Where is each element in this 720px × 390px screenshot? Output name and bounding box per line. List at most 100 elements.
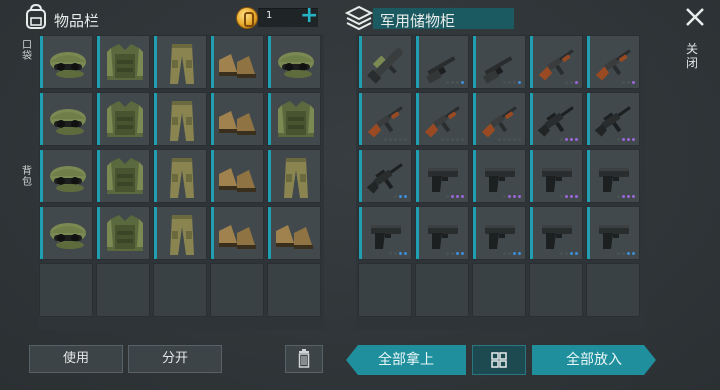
inventory-slot[interactable] [153, 92, 207, 146]
locker-slot[interactable] [358, 35, 412, 89]
sort-button[interactable] [472, 345, 526, 375]
inventory-slot[interactable] [96, 92, 150, 146]
cap-icon [50, 52, 86, 78]
inventory-slot[interactable] [267, 263, 321, 317]
locker-slot[interactable] [586, 149, 640, 203]
slot-accent-bar [473, 36, 476, 88]
vest-icon [107, 101, 143, 137]
pistol-icon [599, 225, 629, 249]
locker-slot[interactable] [358, 263, 412, 317]
locker-slot[interactable] [415, 206, 469, 260]
locker-slot[interactable] [586, 206, 640, 260]
pistol-icon [485, 225, 515, 249]
inventory-slot[interactable] [153, 263, 207, 317]
inventory-slot[interactable] [39, 206, 93, 260]
locker-slot[interactable] [472, 149, 526, 203]
locker-slot[interactable] [529, 92, 583, 146]
locker-slot[interactable] [472, 206, 526, 260]
locker-slot[interactable] [415, 263, 469, 317]
inventory-title: 物品栏 [54, 12, 100, 30]
inventory-slot[interactable] [39, 263, 93, 317]
pants-icon [284, 158, 308, 198]
quality-dots [503, 252, 521, 256]
pocket-label: 口袋 [22, 40, 32, 62]
pistol-icon [428, 225, 458, 249]
slot-accent-bar [211, 36, 214, 88]
inventory-slot[interactable] [39, 149, 93, 203]
cap-icon [50, 223, 86, 249]
black-rifle-icon [537, 106, 574, 137]
locker-slot[interactable] [529, 149, 583, 203]
locker-slot[interactable] [472, 35, 526, 89]
inventory-slot[interactable] [153, 35, 207, 89]
inventory-slot[interactable] [210, 206, 264, 260]
close-icon[interactable] [684, 6, 706, 28]
slot-accent-bar [211, 93, 214, 145]
quality-dots [617, 195, 635, 199]
backpack-icon [26, 4, 46, 29]
slot-accent-bar [268, 150, 271, 202]
inventory-slot[interactable] [210, 92, 264, 146]
locker-slot[interactable] [358, 149, 412, 203]
slot-accent-bar [211, 150, 214, 202]
vest-icon [107, 44, 143, 80]
slot-accent-bar [473, 207, 476, 259]
add-coins-button[interactable]: + [300, 5, 318, 27]
cap-icon [278, 52, 314, 78]
slot-accent-bar [530, 207, 533, 259]
quality-dots [446, 81, 464, 85]
slot-accent-bar [359, 150, 362, 202]
locker-slot[interactable] [472, 263, 526, 317]
locker-slot[interactable] [415, 35, 469, 89]
close-label[interactable]: 关闭 [686, 42, 700, 70]
inventory-slot[interactable] [39, 92, 93, 146]
locker-title: 军用储物柜 [380, 12, 456, 30]
inventory-slot[interactable] [210, 263, 264, 317]
inventory-slot[interactable] [210, 35, 264, 89]
slot-accent-bar [97, 207, 100, 259]
slot-accent-bar [40, 36, 43, 88]
use-button[interactable]: 使用 [29, 345, 123, 373]
locker-slot[interactable] [529, 263, 583, 317]
vest-icon [107, 158, 143, 194]
inventory-slot[interactable] [96, 35, 150, 89]
inventory-slot[interactable] [267, 149, 321, 203]
trash-button[interactable] [285, 345, 323, 373]
split-button[interactable]: 分开 [128, 345, 222, 373]
locker-slot[interactable] [586, 35, 640, 89]
boots-icon [219, 54, 256, 78]
inventory-slot[interactable] [96, 149, 150, 203]
slot-accent-bar [416, 36, 419, 88]
locker-slot[interactable] [529, 35, 583, 89]
locker-slot[interactable] [415, 92, 469, 146]
black-rifle-icon [366, 163, 403, 194]
launcher-icon [367, 48, 403, 84]
quality-dots [384, 138, 407, 142]
quality-dots [560, 138, 578, 142]
boots-icon [219, 225, 256, 249]
cap-icon [50, 109, 86, 135]
inventory-slot[interactable] [153, 149, 207, 203]
inventory-slot[interactable] [210, 149, 264, 203]
locker-slot[interactable] [472, 92, 526, 146]
take-all-button[interactable]: 全部拿上 [346, 345, 466, 375]
locker-slot[interactable] [586, 263, 640, 317]
locker-slot[interactable] [586, 92, 640, 146]
slot-accent-bar [587, 150, 590, 202]
inventory-slot[interactable] [267, 35, 321, 89]
locker-slot[interactable] [358, 92, 412, 146]
locker-slot[interactable] [415, 149, 469, 203]
pants-icon [170, 44, 194, 84]
inventory-slot[interactable] [39, 35, 93, 89]
inventory-slot[interactable] [267, 92, 321, 146]
inventory-slot[interactable] [267, 206, 321, 260]
inventory-slot[interactable] [96, 263, 150, 317]
inventory-slot[interactable] [96, 206, 150, 260]
quality-dots [441, 138, 464, 142]
inventory-slot[interactable] [153, 206, 207, 260]
quality-dots [446, 252, 464, 256]
locker-slot[interactable] [358, 206, 412, 260]
black-rifle-icon [594, 106, 631, 137]
locker-slot[interactable] [529, 206, 583, 260]
put-all-button[interactable]: 全部放入 [532, 345, 656, 375]
